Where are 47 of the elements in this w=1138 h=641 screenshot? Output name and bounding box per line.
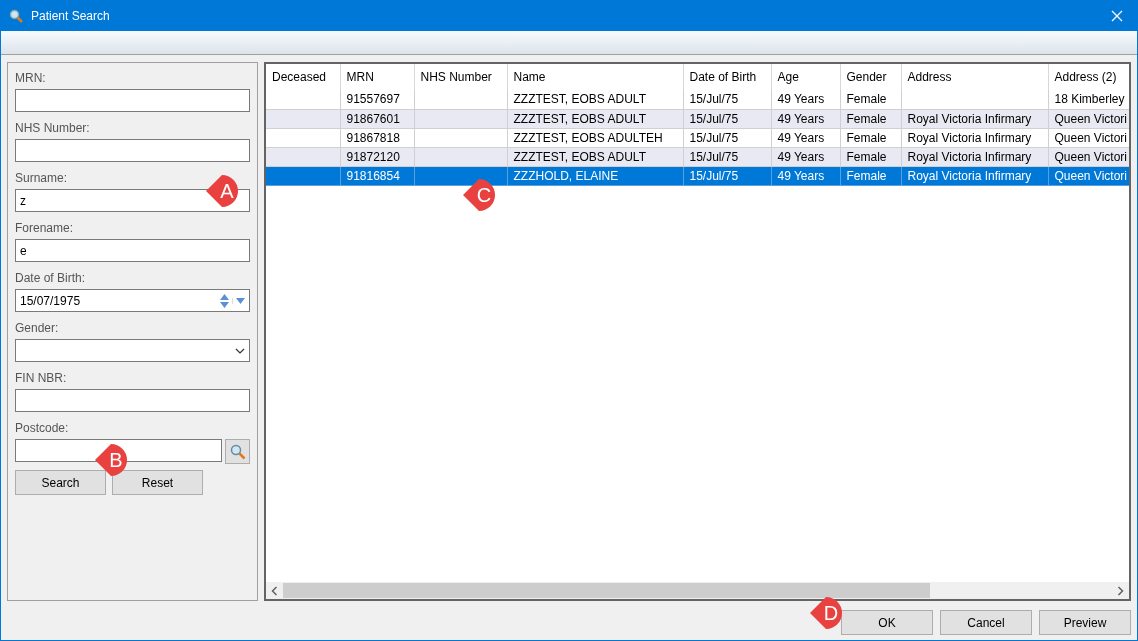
table-cell: 49 Years [777, 149, 825, 164]
table-cell: ZZZTEST, EOBS ADULTEH [513, 130, 663, 145]
callout-tooltip: C [463, 179, 496, 211]
callout-tooltip: A [206, 175, 239, 207]
field-label: FIN NBR: [15, 370, 67, 387]
table-cell: 49 Years [777, 168, 825, 183]
table-cell: Royal Victoria Infirmary [907, 111, 1032, 126]
field-label: Date of Birth: [15, 270, 86, 287]
table-cell: 15/Jul/75 [689, 149, 739, 164]
table-cell: ZZZHOLD, ELAINE [513, 168, 619, 183]
table-cell: Female [846, 111, 887, 126]
table-cell: Royal Victoria Infirmary [907, 149, 1032, 164]
table-cell: Queen Victori [1054, 149, 1127, 164]
table-cell: 15/Jul/75 [689, 130, 739, 145]
field-label: Postcode: [15, 420, 69, 437]
table-cell: Queen Victori [1054, 168, 1127, 183]
table-cell: 91867601 [346, 111, 400, 126]
table-cell: 91872120 [346, 149, 400, 164]
table-cell: 15/Jul/75 [689, 92, 739, 107]
field-label: MRN: [15, 70, 46, 87]
field-label: NHS Number: [15, 120, 90, 137]
table-cell: 18 Kimberley [1054, 92, 1125, 107]
table-cell: Female [846, 130, 887, 145]
field-label: Gender: [15, 320, 59, 337]
table-cell: 91557697 [346, 92, 400, 107]
table-cell: 91816854 [346, 168, 400, 183]
table-cell: 15/Jul/75 [689, 111, 739, 126]
table-cell: Queen Victori [1054, 130, 1127, 145]
table-cell: 49 Years [777, 130, 825, 145]
table-cell: ZZZTEST, EOBS ADULT [513, 111, 646, 126]
table-cell: 49 Years [777, 92, 825, 107]
field-label: Surname: [15, 170, 68, 187]
table-cell: Female [846, 149, 887, 164]
table-cell: 49 Years [777, 111, 825, 126]
table-cell: Royal Victoria Infirmary [907, 168, 1032, 183]
callout-tooltip: B [95, 444, 128, 476]
callout-tooltip: D [810, 597, 843, 629]
table-cell: Female [846, 168, 887, 183]
table-cell: Queen Victori [1054, 111, 1127, 126]
table-cell: Female [846, 92, 887, 107]
table-cell: ZZZTEST, EOBS ADULT [513, 92, 646, 107]
table-cell: Royal Victoria Infirmary [907, 130, 1032, 145]
window-title: Patient Search [31, 8, 110, 25]
table-cell: 15/Jul/75 [689, 168, 739, 183]
field-label: Forename: [15, 220, 74, 237]
table-cell: 91867818 [346, 130, 400, 145]
table-cell: ZZZTEST, EOBS ADULT [513, 149, 646, 164]
